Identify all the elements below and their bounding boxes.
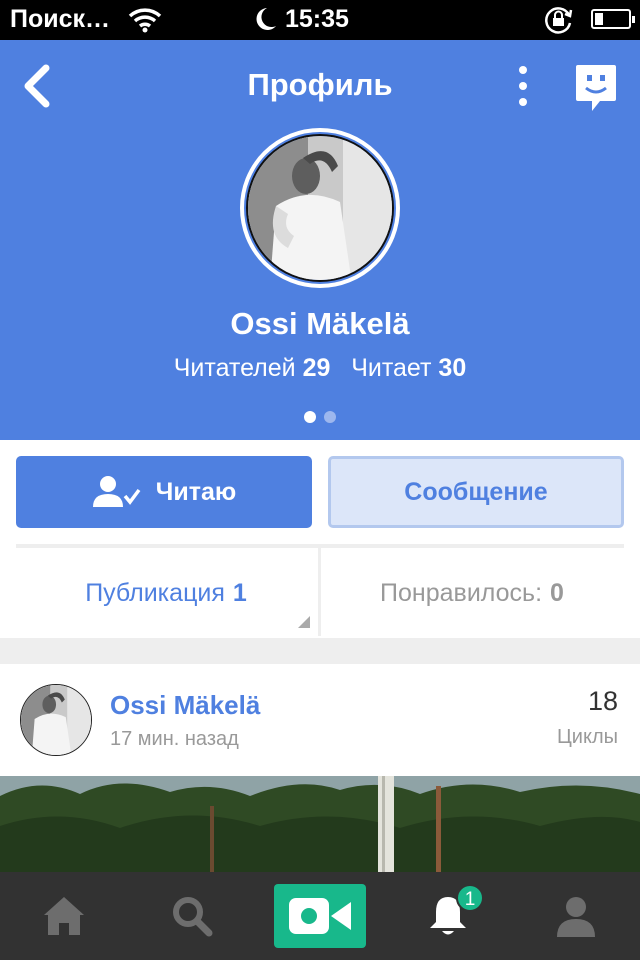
more-menu-button[interactable]	[508, 62, 538, 110]
nav-notifications[interactable]	[384, 872, 512, 960]
loops-label: Циклы	[557, 726, 618, 748]
loops-count: 18	[587, 686, 618, 716]
nav-record[interactable]	[274, 884, 366, 948]
wifi-icon	[128, 7, 162, 38]
post-header: Ossi Mäkelä 17 мин. назад 18 Циклы	[0, 664, 640, 776]
tab-posts[interactable]: Публикация 1	[16, 550, 316, 636]
nav-profile[interactable]	[512, 872, 640, 960]
followers-label: Читателей	[173, 354, 296, 382]
post-timestamp: 17 мин. назад	[110, 728, 239, 750]
post-author-avatar[interactable]	[20, 684, 92, 756]
notification-badge: 1	[456, 884, 484, 912]
following-stat[interactable]: Читает 30	[351, 354, 466, 382]
status-bar: Поиск… 15:35	[0, 0, 640, 40]
search-icon	[173, 897, 213, 937]
page-dot-1	[304, 411, 316, 423]
nav-search[interactable]	[128, 872, 256, 960]
moon-icon	[254, 6, 278, 37]
battery-icon	[591, 9, 635, 29]
more-vertical-icon	[519, 66, 527, 74]
post-author-name[interactable]: Ossi Mäkelä	[110, 690, 260, 721]
following-label: Читает	[351, 354, 432, 382]
user-check-icon	[92, 476, 141, 507]
followers-count: 29	[302, 354, 331, 382]
post-video-thumbnail[interactable]	[0, 776, 640, 876]
profile-stats: Читателей 29 Читает 30	[0, 354, 640, 383]
page-dot-2	[324, 411, 336, 423]
tab-active-indicator	[298, 616, 310, 628]
profile-header: Профиль Ossi Mäkelä Читателей 29 Читает …	[0, 40, 640, 440]
followers-stat[interactable]: Читателей 29	[174, 354, 331, 382]
profile-name: Ossi Mäkelä	[230, 306, 410, 341]
rotation-lock-icon	[543, 5, 575, 40]
video-camera-icon	[289, 898, 351, 934]
profile-actions: Читаю Сообщение Публикация 1 Понравилось:…	[0, 440, 640, 638]
tab-likes[interactable]: Понравилось: 0	[322, 550, 622, 636]
tab-posts-label: Публикация	[85, 578, 225, 607]
tab-posts-count: 1	[232, 578, 247, 607]
chat-button[interactable]	[574, 63, 618, 113]
tab-likes-label: Понравилось:	[380, 578, 543, 607]
profile-icon	[557, 897, 595, 937]
page-title: Профиль	[247, 67, 393, 102]
page-indicator	[0, 410, 640, 428]
chat-smiley-icon	[576, 65, 616, 111]
follow-button-label: Читаю	[155, 477, 237, 506]
status-time: 15:35	[285, 5, 349, 33]
bottom-navigation: 1	[0, 872, 640, 960]
following-count: 30	[438, 354, 467, 382]
carrier-label: Поиск…	[10, 5, 111, 33]
profile-avatar[interactable]	[240, 128, 400, 288]
message-button-label: Сообщение	[404, 477, 548, 506]
follow-button[interactable]: Читаю	[16, 456, 312, 528]
nav-home[interactable]	[0, 872, 128, 960]
tab-likes-count: 0	[550, 578, 564, 607]
message-button[interactable]: Сообщение	[328, 456, 624, 528]
home-icon	[44, 897, 84, 935]
tab-separator	[318, 548, 321, 636]
